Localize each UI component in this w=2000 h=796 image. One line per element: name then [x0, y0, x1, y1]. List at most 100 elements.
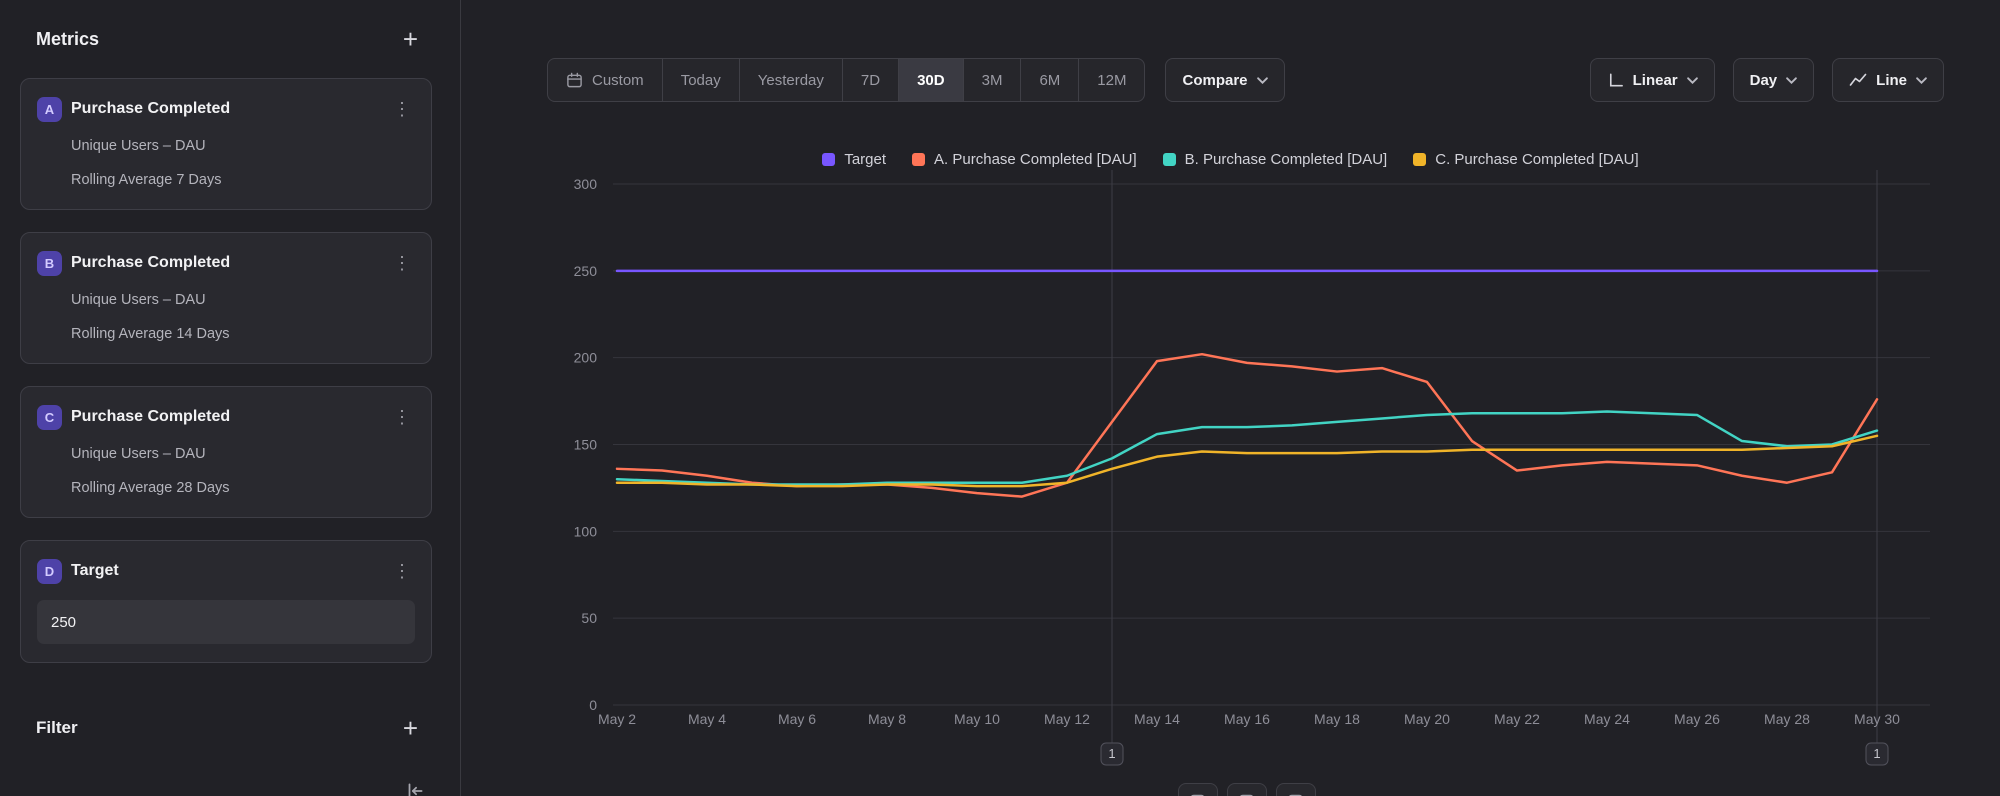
target-card[interactable]: D Target ⋮ — [20, 540, 432, 663]
target-value-input[interactable] — [37, 600, 415, 644]
metric-card-a[interactable]: A Purchase Completed ⋮ Unique Users – DA… — [20, 78, 432, 210]
metric-badge-c: C — [37, 405, 62, 430]
series-line — [617, 354, 1877, 496]
y-tick-label: 100 — [574, 523, 598, 539]
legend-item-c[interactable]: C. Purchase Completed [DAU] — [1413, 151, 1638, 168]
kebab-glyph: ⋮ — [393, 561, 411, 581]
target-card-header: D Target ⋮ — [37, 557, 415, 585]
legend-swatch — [912, 153, 925, 166]
range-custom[interactable]: Custom — [548, 59, 663, 101]
range-label: Today — [681, 72, 721, 89]
range-label: 30D — [917, 72, 945, 89]
bottom-tool-button-1[interactable] — [1178, 783, 1218, 796]
legend-label: A. Purchase Completed [DAU] — [934, 151, 1137, 168]
plus-icon: + — [403, 24, 418, 54]
metric-measure: Unique Users – DAU — [71, 136, 415, 157]
range-yesterday[interactable]: Yesterday — [740, 59, 843, 101]
legend-swatch — [1413, 153, 1426, 166]
x-tick-label: May 2 — [598, 711, 636, 727]
range-today[interactable]: Today — [663, 59, 740, 101]
range-label: 12M — [1097, 72, 1126, 89]
metric-card-header: B Purchase Completed ⋮ — [37, 249, 415, 277]
kebab-menu-icon[interactable]: ⋮ — [389, 253, 415, 274]
kebab-menu-icon[interactable]: ⋮ — [389, 561, 415, 582]
x-tick-label: May 30 — [1854, 711, 1900, 727]
range-6m[interactable]: 6M — [1021, 59, 1079, 101]
metric-rolling-window: Rolling Average 14 Days — [71, 324, 415, 345]
range-label: 3M — [982, 72, 1003, 89]
bottom-tool-button-3[interactable] — [1276, 783, 1316, 796]
legend-item-b[interactable]: B. Purchase Completed [DAU] — [1163, 151, 1388, 168]
chevron-down-icon — [1916, 77, 1927, 84]
bottom-tool-button-2[interactable] — [1227, 783, 1267, 796]
x-tick-label: May 16 — [1224, 711, 1270, 727]
x-tick-label: May 12 — [1044, 711, 1090, 727]
range-label: Custom — [592, 72, 644, 89]
x-tick-label: May 10 — [954, 711, 1000, 727]
scale-label: Linear — [1633, 72, 1678, 89]
filter-header: Filter + — [20, 715, 432, 741]
calendar-icon — [566, 72, 583, 89]
metric-card-header: A Purchase Completed ⋮ — [37, 95, 415, 123]
chevron-down-icon — [1257, 77, 1268, 84]
y-tick-label: 300 — [574, 176, 598, 192]
add-filter-button[interactable]: + — [399, 715, 422, 741]
metric-rolling-window: Rolling Average 7 Days — [71, 170, 415, 191]
date-range-control: Custom Today Yesterday 7D 30D 3M 6M 12M — [547, 58, 1145, 102]
chart-legend: Target A. Purchase Completed [DAU] B. Pu… — [461, 148, 2000, 170]
compare-label: Compare — [1182, 72, 1247, 89]
chart-bottom-tools — [1178, 783, 1316, 796]
metrics-heading: Metrics — [36, 29, 99, 50]
x-tick-label: May 18 — [1314, 711, 1360, 727]
interval-label: Day — [1750, 72, 1778, 89]
range-30d[interactable]: 30D — [899, 59, 964, 101]
range-3m[interactable]: 3M — [964, 59, 1022, 101]
metrics-header: Metrics + — [20, 26, 432, 52]
kebab-glyph: ⋮ — [393, 253, 411, 273]
legend-label: B. Purchase Completed [DAU] — [1185, 151, 1388, 168]
y-tick-label: 250 — [574, 263, 598, 279]
y-tick-label: 150 — [574, 437, 598, 453]
metric-title: Purchase Completed — [71, 408, 230, 426]
collapse-sidebar-button[interactable] — [404, 780, 426, 796]
x-tick-label: May 6 — [778, 711, 816, 727]
x-tick-label: May 14 — [1134, 711, 1180, 727]
x-tick-label: May 8 — [868, 711, 906, 727]
kebab-menu-icon[interactable]: ⋮ — [389, 99, 415, 120]
y-tick-label: 0 — [589, 697, 597, 713]
chart-type-label: Line — [1876, 72, 1907, 89]
metric-rolling-window: Rolling Average 28 Days — [71, 478, 415, 499]
chart-type-button[interactable]: Line — [1832, 58, 1944, 102]
legend-item-target[interactable]: Target — [822, 151, 886, 168]
range-7d[interactable]: 7D — [843, 59, 899, 101]
range-label: 6M — [1039, 72, 1060, 89]
annotation-label: 1 — [1108, 746, 1115, 761]
chart-toolbar: Custom Today Yesterday 7D 30D 3M 6M 12M … — [547, 58, 1944, 102]
chevron-down-icon — [1786, 77, 1797, 84]
x-tick-label: May 28 — [1764, 711, 1810, 727]
compare-button[interactable]: Compare — [1165, 58, 1284, 102]
x-tick-label: May 4 — [688, 711, 726, 727]
x-tick-label: May 22 — [1494, 711, 1540, 727]
legend-item-a[interactable]: A. Purchase Completed [DAU] — [912, 151, 1137, 168]
axis-scale-icon — [1607, 72, 1624, 89]
chevron-down-icon — [1687, 77, 1698, 84]
metric-card-c[interactable]: C Purchase Completed ⋮ Unique Users – DA… — [20, 386, 432, 518]
metric-badge-d: D — [37, 559, 62, 584]
metrics-line-chart[interactable]: 05010015020025030011May 2May 4May 6May 8… — [461, 170, 2000, 796]
metric-title: Purchase Completed — [71, 254, 230, 272]
range-label: Yesterday — [758, 72, 824, 89]
y-tick-label: 200 — [574, 350, 598, 366]
y-tick-label: 50 — [581, 610, 597, 626]
x-tick-label: May 26 — [1674, 711, 1720, 727]
metric-card-header: C Purchase Completed ⋮ — [37, 403, 415, 431]
x-tick-label: May 20 — [1404, 711, 1450, 727]
range-12m[interactable]: 12M — [1079, 59, 1144, 101]
kebab-glyph: ⋮ — [393, 99, 411, 119]
interval-button[interactable]: Day — [1733, 58, 1815, 102]
kebab-menu-icon[interactable]: ⋮ — [389, 407, 415, 428]
metric-card-b[interactable]: B Purchase Completed ⋮ Unique Users – DA… — [20, 232, 432, 364]
add-metric-button[interactable]: + — [399, 26, 422, 52]
scale-button[interactable]: Linear — [1590, 58, 1715, 102]
analytics-app: Metrics + A Purchase Completed ⋮ Unique … — [0, 0, 2000, 796]
